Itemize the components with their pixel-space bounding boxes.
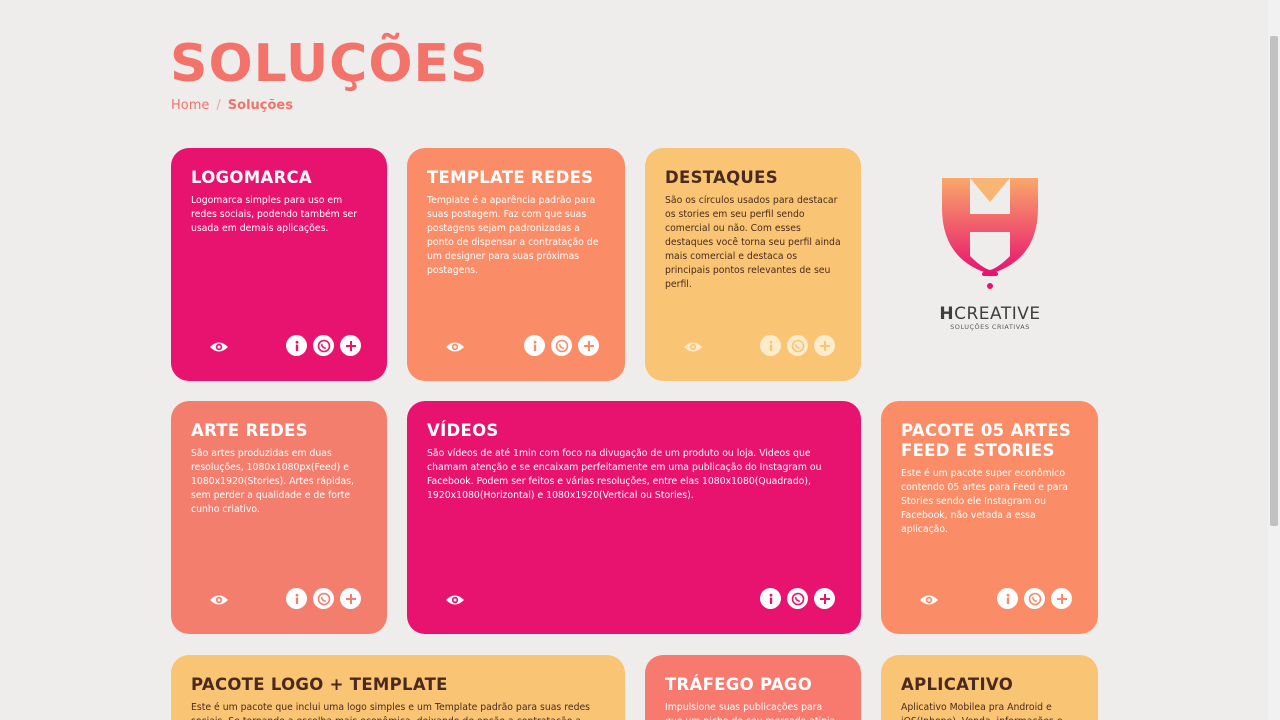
plus-icon[interactable] (814, 335, 835, 356)
card-title: TRÁFEGO PAGO (665, 675, 813, 694)
card-title: PACOTE 05 ARTES FEED E STORIES (901, 421, 1072, 460)
card-title: VÍDEOS (427, 421, 499, 440)
whatsapp-icon[interactable] (787, 588, 808, 609)
info-icon[interactable] (286, 588, 307, 609)
card-description: Template é a aparência padrão para suas … (427, 195, 599, 276)
card-title: DESTAQUES (665, 168, 778, 187)
card-buttons (524, 335, 599, 356)
card-description: Impulsione suas publicações para que um … (665, 702, 835, 720)
eye-icon[interactable] (209, 337, 229, 357)
card-actions (407, 588, 861, 612)
card-description: Este é um pacote que inclui uma logo sim… (191, 702, 591, 720)
card-description: Aplicativo Mobilea pra Android e iOS(Iph… (901, 702, 1062, 720)
whatsapp-icon[interactable] (551, 335, 572, 356)
plus-icon[interactable] (340, 588, 361, 609)
card-title: TEMPLATE REDES (427, 168, 594, 187)
plus-icon[interactable] (578, 335, 599, 356)
breadcrumb: Home / Soluções (171, 98, 293, 113)
card-trafego-pago: TRÁFEGO PAGO Impulsione suas publicações… (645, 655, 861, 720)
card-description: Este é um pacote super econômico contend… (901, 468, 1068, 535)
info-icon[interactable] (997, 588, 1018, 609)
info-icon[interactable] (524, 335, 545, 356)
whatsapp-icon[interactable] (1024, 588, 1045, 609)
card-buttons (997, 588, 1072, 609)
card-description: São artes produzidas em duas resoluções,… (191, 448, 354, 515)
card-actions (407, 335, 625, 359)
whatsapp-icon[interactable] (313, 335, 334, 356)
card-pacote-logo-template: PACOTE LOGO + TEMPLATE Este é um pacote … (171, 655, 625, 720)
eye-icon[interactable] (445, 337, 465, 357)
card-title: APLICATIVO (901, 675, 1014, 694)
card-title: LOGOMARCA (191, 168, 312, 187)
card-buttons (286, 335, 361, 356)
card-videos: VÍDEOS São vídeos de até 1min com foco n… (407, 401, 861, 634)
card-description: São vídeos de até 1min com foco na divug… (427, 448, 822, 501)
plus-icon[interactable] (1051, 588, 1072, 609)
logo-mark-icon (942, 178, 1038, 289)
card-description: São os círculos usados para destacar os … (665, 195, 841, 290)
card-buttons (760, 588, 835, 609)
info-icon[interactable] (286, 335, 307, 356)
plus-icon[interactable] (340, 335, 361, 356)
card-buttons (286, 588, 361, 609)
eye-icon[interactable] (683, 337, 703, 357)
card-description: Logomarca simples para uso em redes soci… (191, 195, 358, 234)
eye-icon[interactable] (209, 590, 229, 610)
card-destaques: DESTAQUES São os círculos usados para de… (645, 148, 861, 381)
card-actions (881, 588, 1098, 612)
scrollbar[interactable] (1268, 0, 1280, 720)
logo-tagline: SOLUÇÕES CRIATIVAS (950, 323, 1030, 331)
scrollbar-thumb[interactable] (1270, 36, 1278, 526)
card-title: ARTE REDES (191, 421, 308, 440)
breadcrumb-current: Soluções (227, 98, 293, 113)
card-actions (171, 335, 387, 359)
card-aplicativo: APLICATIVO Aplicativo Mobilea pra Androi… (881, 655, 1098, 720)
card-actions (645, 335, 861, 359)
card-template-redes: TEMPLATE REDES Template é a aparência pa… (407, 148, 625, 381)
card-logomarca: LOGOMARCA Logomarca simples para uso em … (171, 148, 387, 381)
info-icon[interactable] (760, 335, 781, 356)
breadcrumb-home-link[interactable]: Home (171, 98, 209, 113)
whatsapp-icon[interactable] (787, 335, 808, 356)
hcreative-logo: HCREATIVE SOLUÇÕES CRIATIVAS (925, 172, 1055, 342)
card-arte-redes: ARTE REDES São artes produzidas em duas … (171, 401, 387, 634)
page-title: SOLUÇÕES (170, 34, 489, 94)
whatsapp-icon[interactable] (313, 588, 334, 609)
logo-wordmark: HCREATIVE (939, 304, 1041, 324)
card-title: PACOTE LOGO + TEMPLATE (191, 675, 448, 694)
eye-icon[interactable] (919, 590, 939, 610)
info-icon[interactable] (760, 588, 781, 609)
card-pacote-05-artes: PACOTE 05 ARTES FEED E STORIES Este é um… (881, 401, 1098, 634)
breadcrumb-separator: / (216, 98, 221, 113)
plus-icon[interactable] (814, 588, 835, 609)
card-actions (171, 588, 387, 612)
card-buttons (760, 335, 835, 356)
eye-icon[interactable] (445, 590, 465, 610)
